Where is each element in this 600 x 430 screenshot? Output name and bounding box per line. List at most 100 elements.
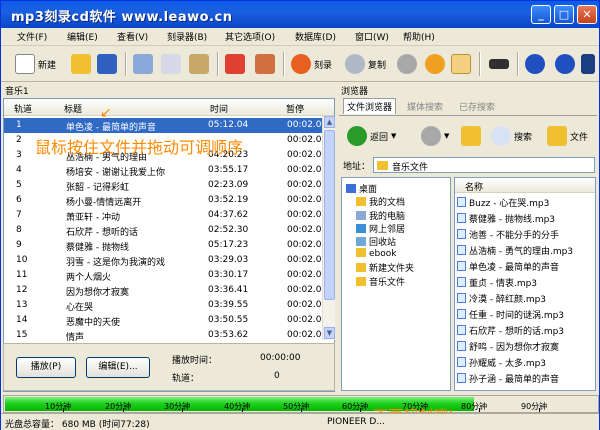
edit-button[interactable]: 编辑(E)... [86,357,150,378]
table-row[interactable]: 13 心在哭 03:39.55 00:02.0 [4,298,322,313]
menu-file[interactable]: 文件(F) [17,30,47,43]
menu-view[interactable]: 查看(V) [117,30,148,43]
menu-edit[interactable]: 编辑(E) [67,30,98,43]
table-row[interactable]: 10 羽雪 - 这是你为我演的戏 03:29.03 00:02.0 [4,253,322,268]
list-button[interactable] [489,51,509,77]
file-item[interactable]: 丛浩楠 - 勇气的理由.mp3 [457,244,573,257]
import-button[interactable] [451,51,471,77]
audio-file-icon [457,341,466,351]
forward-button[interactable]: ▼ [421,123,449,149]
file-item[interactable]: 石欣芹 - 想听的话.mp3 [457,324,564,337]
table-row[interactable]: 8 石欣芹 - 想听的话 02:52.30 00:02.0 [4,223,322,238]
tree-item-label: ebook [369,249,397,260]
copy-disc-button[interactable]: 复制 [345,51,386,77]
burn-button[interactable]: 刻录 [291,51,332,77]
cell-track: 10 [16,255,28,265]
table-row[interactable]: 6 杨小曼-情情远离开 03:52.19 00:02.0 [4,193,322,208]
scrollbar-thumb[interactable] [324,130,335,300]
file-item[interactable]: 任重 - 时间的谜涡.mp3 [457,308,564,321]
scroll-down-icon[interactable]: ▼ [324,327,335,339]
tree-item[interactable]: 音乐文件 [356,275,405,288]
tree-item-label: 新建文件夹 [369,264,415,275]
file-item[interactable]: 舒鸣 - 因为想你才寂寞 [457,340,559,353]
tree-item[interactable]: 网上邻居 [356,222,405,235]
tree-item[interactable]: 回收站 [356,235,396,248]
new-document-icon [15,54,35,74]
table-row[interactable]: 15 情声 03:53.62 00:02.0 [4,328,322,343]
left-panel-title: 音乐1 [5,87,29,97]
column-pause[interactable]: 暂停 [286,102,304,115]
column-title[interactable]: 标题 [64,102,82,115]
up-folder-button[interactable] [461,123,481,149]
menu-database[interactable]: 数据库(D) [295,30,336,43]
column-name[interactable]: 名称 [465,180,483,193]
tree-item[interactable]: ebook [356,248,396,259]
audio-file-icon [457,261,466,271]
file-item[interactable]: 董贞 - 情衷.mp3 [457,276,537,289]
scroll-up-icon[interactable]: ▲ [324,116,335,128]
table-row[interactable]: 14 恶魔中的天使 03:50.55 00:02.0 [4,313,322,328]
table-row[interactable]: 9 蔡健雅 - 抛物线 05:17.23 00:02.0 [4,238,322,253]
table-row[interactable]: 11 两个人烟火 03:30.17 00:02.0 [4,268,322,283]
new-button[interactable]: 新建 [15,51,56,77]
disc-button[interactable] [397,51,417,77]
help-button[interactable] [555,51,575,77]
capacity-tick-label: 60分钟 [342,402,369,411]
erase-button[interactable] [255,51,275,77]
table-row[interactable]: 4 杨培安 - 谢谢让我爱上你 03:55.17 00:02.0 [4,163,322,178]
tree-item[interactable]: 我的文档 [356,195,405,208]
file-item[interactable]: 孙子涵 - 最简单的声音 [457,372,559,385]
check-button[interactable] [225,51,245,77]
table-row[interactable]: 5 张韶 - 记得彩虹 02:23.09 00:02.0 [4,178,322,193]
eject-button[interactable] [425,51,445,77]
cell-track: 6 [16,195,22,205]
file-item[interactable]: Buzz - 心在哭.mp3 [457,196,549,209]
column-track[interactable]: 轨道 [14,102,32,115]
play-button[interactable]: 播放(P) [16,357,76,378]
back-button[interactable]: 返回 ▼ [347,123,396,149]
cell-title: 萧亚轩 - 冲动 [66,213,120,223]
tab-saved-search[interactable]: 已存搜索 [459,100,495,113]
audio-file-icon [457,325,466,335]
close-button[interactable]: ✕ [577,5,597,24]
table-row[interactable]: 12 因为想你才寂寞 03:36.41 00:02.0 [4,283,322,298]
tree-item[interactable]: 新建文件夹 [356,261,414,274]
address-input[interactable]: 音乐文件 [373,157,595,173]
folders-button[interactable]: 文件 [547,123,588,149]
maximize-button[interactable]: □ [554,5,574,24]
file-item[interactable]: 单色凌 - 最简单的声音 [457,260,559,273]
menu-window[interactable]: 窗口(W) [355,30,389,43]
save-button[interactable] [97,51,117,77]
tree-item[interactable]: 我的电脑 [356,209,405,222]
minimize-button[interactable]: _ [531,5,551,24]
capacity-tick-mark [63,408,64,412]
menu-help[interactable]: 帮助(H) [403,30,435,43]
tree-item[interactable]: 桌面 [346,182,377,195]
file-item[interactable]: 孙耀威 - 太多.mp3 [457,356,546,369]
table-row[interactable]: 1 单色凌 - 最简单的声音 05:12.04 00:02.0 [4,118,322,133]
info-button[interactable] [525,51,545,77]
capacity-tick-label: 30分钟 [164,402,191,411]
menu-burner[interactable]: 刻录器(B) [167,30,207,43]
file-name: 舒鸣 - 因为想你才寂寞 [469,343,559,353]
capacity-tick-label: 50分钟 [283,402,310,411]
folder-icon [356,276,366,286]
toolbar-more-button[interactable] [581,51,595,77]
file-item[interactable]: 蔡健雅 - 抛物线.mp3 [457,212,555,225]
open-button[interactable] [71,51,91,77]
tab-media-search[interactable]: 媒体搜索 [407,100,443,113]
table-row[interactable]: 7 萧亚轩 - 冲动 04:37.62 00:02.0 [4,208,322,223]
search-button[interactable]: 搜索 [491,123,532,149]
file-item[interactable]: 冷漠 - 醉红颜.mp3 [457,292,546,305]
menu-options[interactable]: 其它选项(O) [225,30,275,43]
file-item[interactable]: 池善 - 不能分手的分手 [457,228,559,241]
cut-button[interactable] [133,51,153,77]
vertical-scrollbar[interactable]: ▲ ▼ [322,116,335,340]
tree-item-label: 我的电脑 [369,211,406,222]
title-bar[interactable]: mp3刻录cd软件 www.leawo.cn _ □ ✕ [1,1,599,28]
tab-file-browser[interactable]: 文件浏览器 [343,98,397,114]
paste-button[interactable] [189,51,209,77]
column-time[interactable]: 时间 [210,102,228,115]
copy-button[interactable] [161,51,181,77]
cell-time: 03:53.62 [208,330,249,340]
